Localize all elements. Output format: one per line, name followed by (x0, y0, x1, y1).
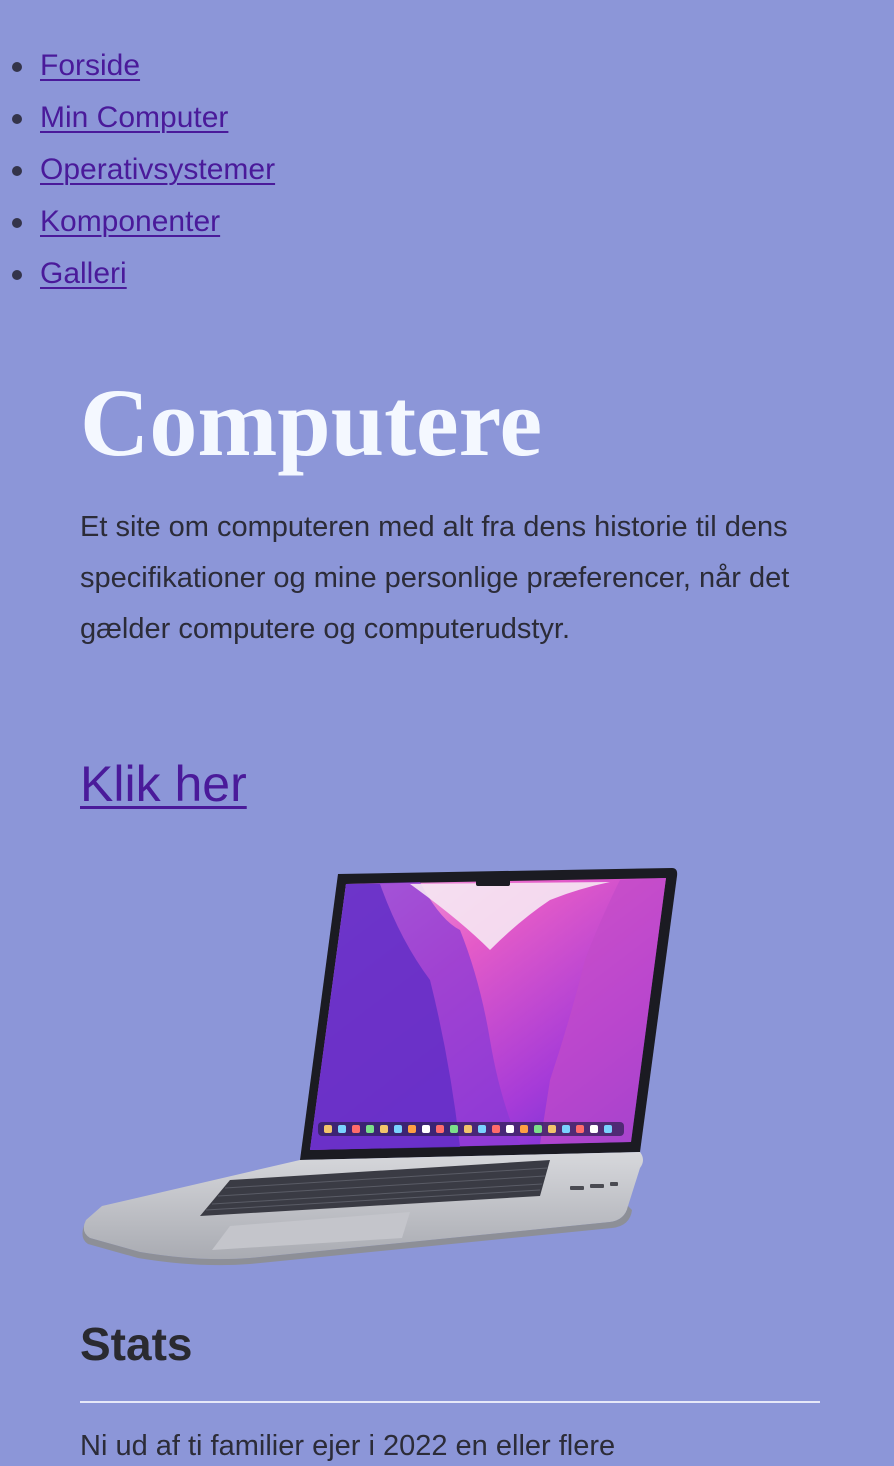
stats-paragraph: Ni ud af ti familier ejer i 2022 en elle… (80, 1430, 616, 1462)
bullet-icon (12, 270, 22, 280)
bullet-icon (12, 114, 22, 124)
divider (80, 1401, 820, 1403)
bullet-icon (12, 166, 22, 176)
stats-heading: Stats (80, 1318, 193, 1370)
nav-link-min-computer[interactable]: Min Computer (40, 96, 228, 140)
bullet-icon (12, 218, 22, 228)
nav-link-forside[interactable]: Forside (40, 44, 140, 88)
laptop-image (82, 868, 678, 1266)
nav-link-operativsystemer[interactable]: Operativsystemer (40, 148, 275, 192)
nav-link-komponenter[interactable]: Komponenter (40, 200, 220, 244)
intro-paragraph: Et site om computeren med alt fra dens h… (80, 511, 790, 645)
cta-link[interactable]: Klik her (80, 752, 247, 816)
nav-link-galleri[interactable]: Galleri (40, 252, 127, 296)
bullet-icon (12, 62, 22, 72)
page-title: Computere (80, 369, 543, 476)
